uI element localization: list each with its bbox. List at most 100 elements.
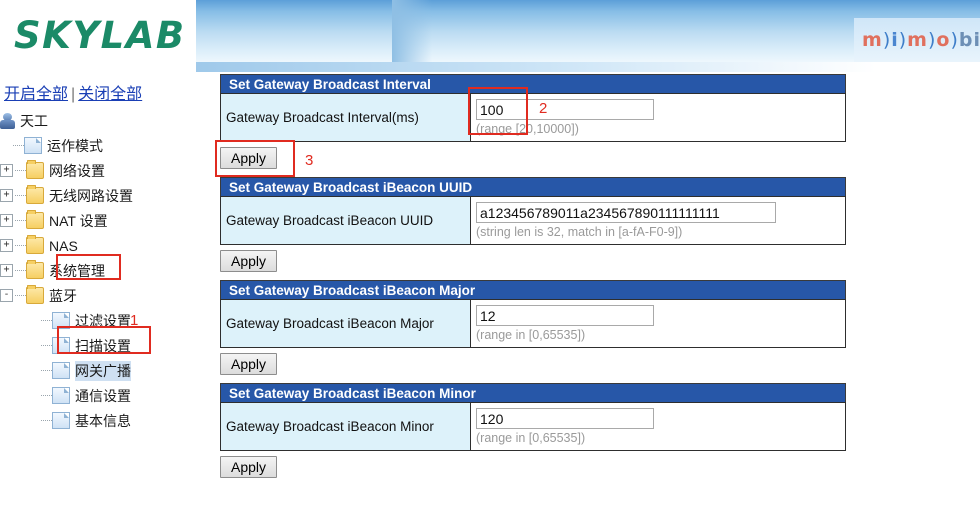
field-cell: (range in [0,65535]) [471,300,845,347]
sidebar-item-label: NAT 设置 [49,212,108,229]
tree-connector [41,319,52,322]
sidebar-item-6[interactable]: - 蓝牙 [0,283,196,308]
header-banner-gradient [392,0,432,62]
mimo-logo-i: i [891,29,899,51]
field-hint: (range [20,10000]) [476,122,579,136]
tree-controls-separator: | [71,86,76,103]
sidebar-item-label: 通信设置 [75,387,131,404]
sidebar-item-9[interactable]: 网关广播 [0,358,196,383]
header-banner: m) i) m) o) bi [196,0,980,62]
field-label: Gateway Broadcast Interval(ms) [221,94,471,141]
sidebar-item-label: 蓝牙 [49,287,77,304]
folder-icon [26,235,44,254]
tree-controls: 开启全部 | 关闭全部 [4,80,142,104]
expand-icon[interactable]: + [0,264,13,277]
tree-connector [41,369,52,372]
tree-connector [15,294,26,297]
expand-icon[interactable]: + [0,189,13,202]
sidebar-item-11[interactable]: 基本信息 [0,408,196,433]
sidebar-item-7[interactable]: 过滤设置 [0,308,196,333]
sidebar-item-label: NAS [49,237,78,254]
field-hint: (range in [0,65535]) [476,328,586,342]
annotation-number-3: 3 [305,152,314,169]
sidebar-item-label: 系统管理 [49,262,105,279]
mimo-logo-b: bi [958,29,980,51]
sidebar-item-10[interactable]: 通信设置 [0,383,196,408]
mimo-logo-m1: m [862,29,883,51]
tree-connector [15,219,26,222]
section-3: Set Gateway Broadcast iBeacon Minor Gatew… [220,383,846,486]
mimo-logo-paren4: ) [950,29,959,51]
expand-all-link[interactable]: 开启全部 [4,86,68,103]
sidebar-item-label: 网络设置 [49,162,105,179]
tree-connector [13,144,24,147]
section-body: Gateway Broadcast Interval(ms) (range [20… [220,93,846,142]
apply-button[interactable]: Apply [220,147,278,169]
tree-connector [15,194,26,197]
section-2: Set Gateway Broadcast iBeacon Major Gatew… [220,280,846,383]
page-icon [52,387,70,404]
sidebar-item-0[interactable]: 运作模式 [0,133,196,158]
field-label: Gateway Broadcast iBeacon UUID [221,197,471,244]
skylab-logo: SKYLAB [14,14,186,57]
field-label: Gateway Broadcast iBeacon Major [221,300,471,347]
sidebar-item-label: 无线网路设置 [49,187,133,204]
sidebar-tree: 天工 运作模式 + 网络设置 + 无线网路设置 + NAT 设置 + NAS + 系统管理 - 蓝牙过滤… [0,108,196,433]
field-cell: (range in [0,65535]) [471,403,845,450]
sidebar-item-label-root: 天工 [20,112,48,129]
section-1: Set Gateway Broadcast iBeacon UUID Gatewa… [220,177,846,280]
apply-button[interactable]: Apply [220,250,278,272]
page-icon [24,137,42,154]
sidebar-item-3[interactable]: + NAT 设置 [0,208,196,233]
section-body: Gateway Broadcast iBeacon Major (range in… [220,299,846,348]
collapse-icon[interactable]: - [0,289,13,302]
sidebar-item-8[interactable]: 扫描设置 [0,333,196,358]
text-input[interactable] [476,408,654,429]
settings-panel: Set Gateway Broadcast Interval Gateway Br… [220,74,846,486]
sidebar-item-2[interactable]: + 无线网路设置 [0,183,196,208]
field-hint: (string len is 32, match in [a-fA-F0-9]) [476,225,683,239]
section-title: Set Gateway Broadcast iBeacon UUID [220,177,846,196]
field-hint: (range in [0,65535]) [476,431,586,445]
page-icon [52,312,70,329]
mimo-logo-paren1: ) [882,29,892,51]
field-cell: (string len is 32, match in [a-fA-F0-9]) [471,197,845,244]
tree-connector [41,344,52,347]
mimo-logo-o: o [936,29,951,51]
annotation-number-1: 1 [130,312,139,329]
tree-connector [15,244,26,247]
page-icon [52,412,70,429]
apply-row: Apply [220,348,846,383]
expand-icon[interactable]: + [0,214,13,227]
mimo-logo: m) i) m) o) bi [854,18,980,62]
sidebar-item-label: 运作模式 [47,137,103,154]
sidebar-item-5[interactable]: + 系统管理 [0,258,196,283]
folder-icon [26,285,44,304]
apply-row: Apply [220,245,846,280]
text-input[interactable] [476,202,776,223]
mimo-logo-paren3: ) [927,29,937,51]
section-body: Gateway Broadcast iBeacon Minor (range in… [220,402,846,451]
sidebar-item-root[interactable]: 天工 [0,108,196,133]
tree-connector [15,269,26,272]
sidebar-item-label: 过滤设置 [75,312,131,329]
field-cell: (range [20,10000]) [471,94,845,141]
collapse-all-link[interactable]: 关闭全部 [78,86,142,103]
section-title: Set Gateway Broadcast Interval [220,74,846,93]
apply-button[interactable]: Apply [220,353,278,375]
field-label: Gateway Broadcast iBeacon Minor [221,403,471,450]
folder-icon [26,185,44,204]
text-input[interactable] [476,99,654,120]
expand-icon[interactable]: + [0,239,13,252]
text-input[interactable] [476,305,654,326]
apply-row: Apply [220,451,846,486]
header-banner-taper [196,62,876,72]
sidebar-item-1[interactable]: + 网络设置 [0,158,196,183]
sidebar-item-4[interactable]: + NAS [0,233,196,258]
tree-connector [41,419,52,422]
apply-button[interactable]: Apply [220,456,278,478]
section-body: Gateway Broadcast iBeacon UUID (string le… [220,196,846,245]
tree-connector [15,169,26,172]
sidebar-item-label: 扫描设置 [75,337,131,354]
expand-icon[interactable]: + [0,164,13,177]
